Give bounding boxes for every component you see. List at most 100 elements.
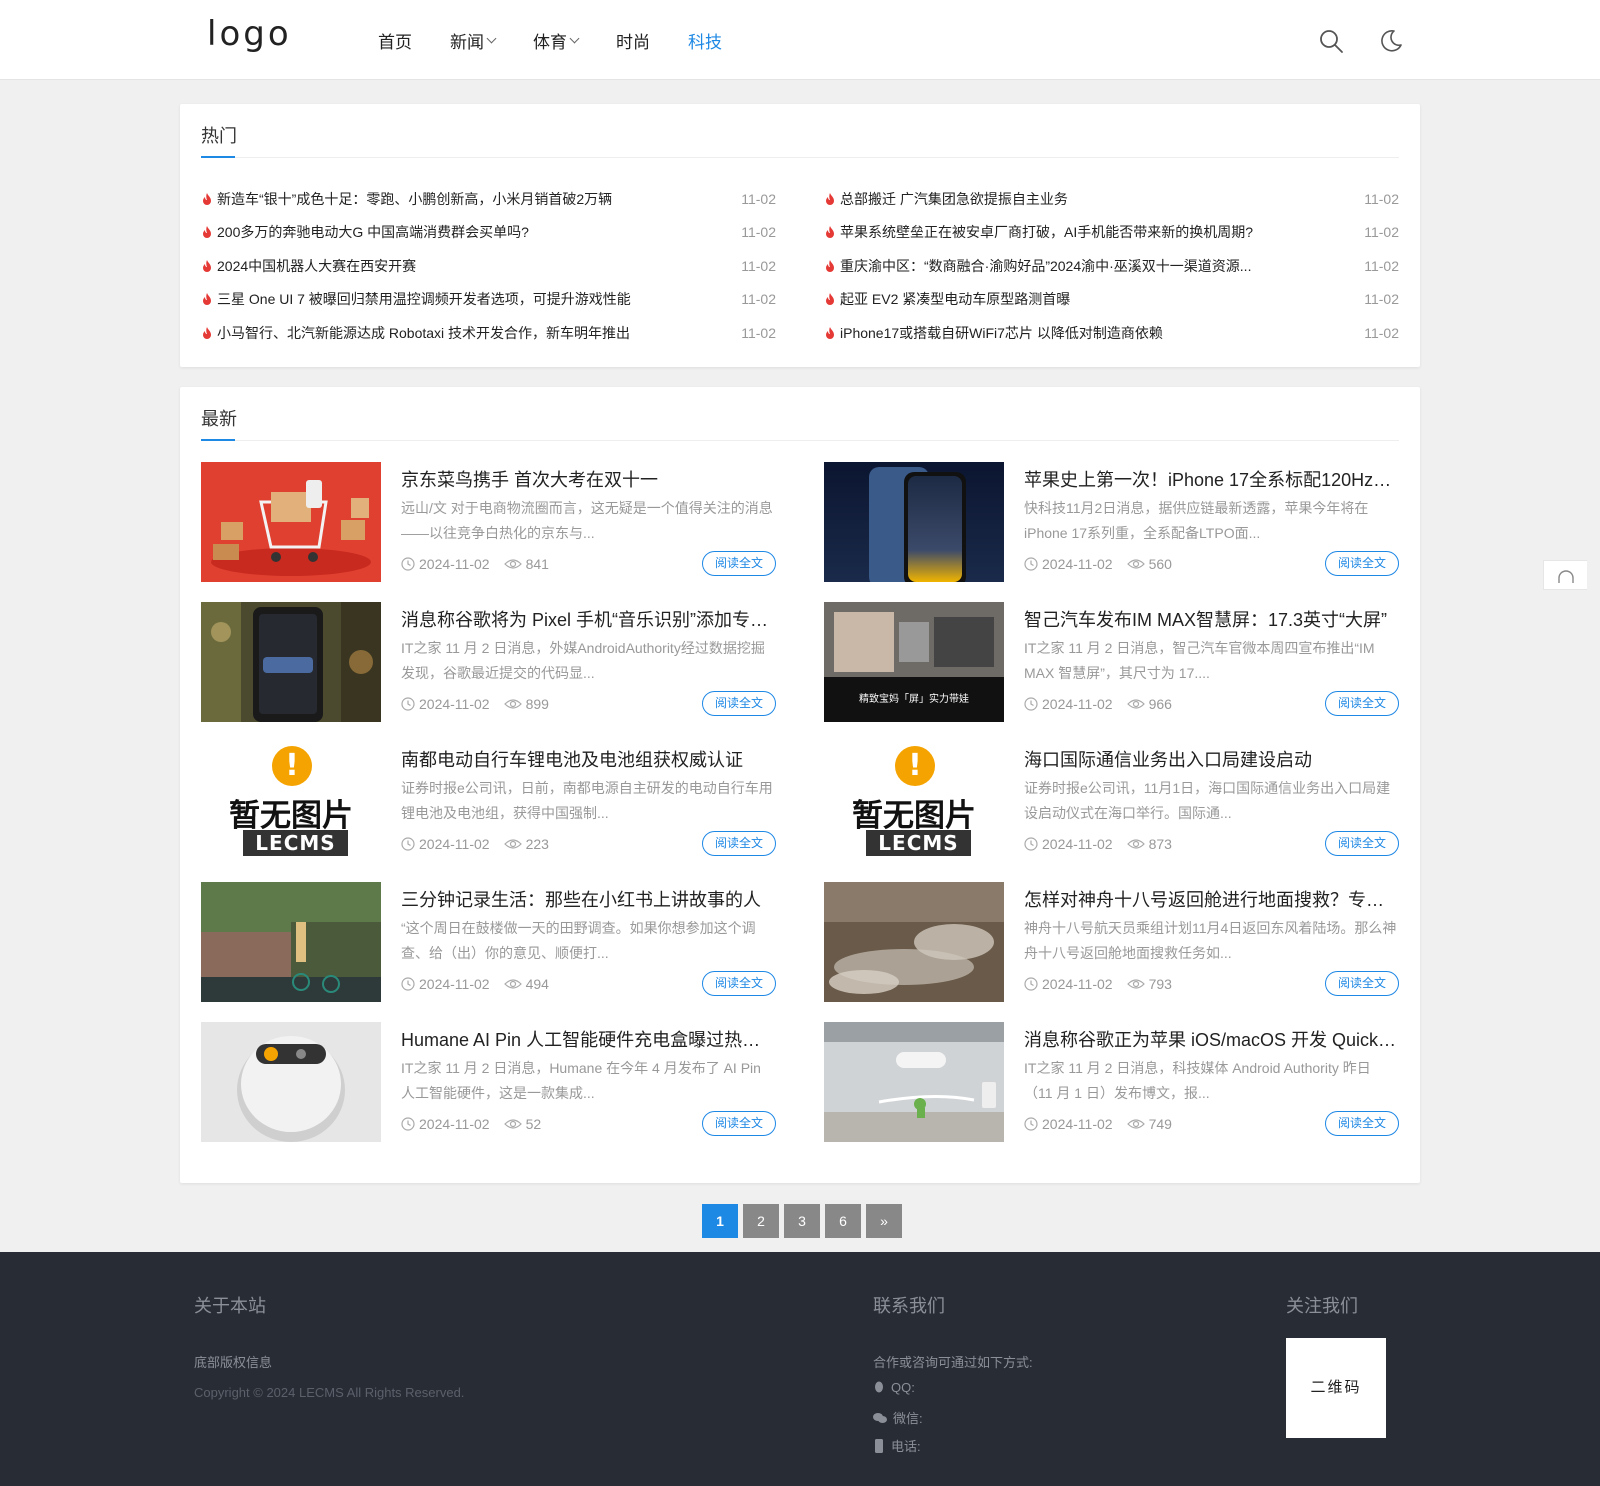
thumbnail-image (201, 602, 381, 722)
no-image-placeholder: ! 暂无图片 LECMS (201, 742, 381, 862)
hot-item[interactable]: 重庆渝中区：“数商融合·渝购好品”2024渝中·巫溪双十一渠道资源... 11-0… (824, 249, 1399, 283)
news-date: 2024-11-02 (1042, 556, 1113, 572)
qq-label: QQ: (891, 1380, 915, 1395)
news-views: 841 (503, 556, 549, 572)
placeholder-text: 暂无图片 (229, 798, 353, 834)
news-thumbnail[interactable] (201, 1022, 381, 1142)
hot-item-date: 11-02 (1364, 291, 1399, 308)
news-views: 793 (1126, 976, 1172, 992)
news-thumbnail[interactable] (824, 1022, 1004, 1142)
news-title[interactable]: 海口国际通信业务出入口局建设启动 (1024, 746, 1399, 772)
thumb-caption: 精致宝妈「屏」实力带娃 (859, 692, 969, 705)
news-title[interactable]: 南都电动自行车锂电池及电池组获权威认证 (401, 746, 776, 772)
nav-item-3[interactable]: 时尚 (616, 28, 650, 53)
news-title[interactable]: 苹果史上第一次！iPhone 17全系标配120Hz高刷屏 (1024, 466, 1399, 492)
news-title[interactable]: 智己汽车发布IM MAX智慧屏：17.3英寸“大屏” (1024, 606, 1399, 632)
hot-item[interactable]: 总部搬迁 广汽集团急欲提振自主业务 11-02 (824, 182, 1399, 216)
news-description: IT之家 11 月 2 日消息，智己汽车官微本周四宣布推出“IM MAX 智慧屏… (1024, 640, 1375, 681)
thumbnail-image (824, 882, 1004, 1002)
read-more-button[interactable]: 阅读全文 (1325, 971, 1399, 996)
news-item: 京东菜鸟携手 首次大考在双十一 远山/文 对于电商物流圈而言，这无疑是一个值得关注… (201, 462, 776, 582)
page-button[interactable]: 2 (743, 1204, 779, 1238)
news-thumbnail[interactable] (201, 462, 381, 582)
news-thumbnail[interactable]: ! 暂无图片 LECMS (201, 742, 381, 862)
read-more-button[interactable]: 阅读全文 (702, 691, 776, 716)
site-header: logo 首页 新闻 体育 时尚 科技 (0, 0, 1600, 80)
footer-qq: QQ: (873, 1380, 915, 1395)
news-title[interactable]: 三分钟记录生活：那些在小红书上讲故事的人 (401, 886, 776, 912)
view-count: 52 (525, 1116, 542, 1132)
thumbnail-image (201, 1022, 381, 1142)
news-thumbnail[interactable] (824, 462, 1004, 582)
qr-code: 二维码 (1286, 1338, 1386, 1438)
read-more-button[interactable]: 阅读全文 (1325, 551, 1399, 576)
news-item: ! 暂无图片 LECMS 海口国际通信业务出入口局建设启动 证券时报e公司讯，11月1日… (824, 742, 1399, 862)
page-button[interactable]: 1 (702, 1204, 738, 1238)
side-float-button[interactable] (1543, 560, 1587, 590)
nav-item-1[interactable]: 新闻 (450, 28, 497, 53)
thumbnail-image: 精致宝妈「屏」实力带娃 (824, 602, 1004, 722)
hot-item[interactable]: 苹果系统壁垒正在被安卓厂商打破，AI手机能否带来新的换机周期? 11-02 (824, 216, 1399, 250)
news-meta: 2024-11-02 873 (1024, 836, 1172, 852)
read-more-button[interactable]: 阅读全文 (702, 1111, 776, 1136)
news-description: “这个周日在鼓楼做一天的田野调查。如果你想参加这个调查、给（出）你的意见、顺便打… (401, 920, 756, 961)
moon-icon[interactable] (1378, 28, 1404, 54)
footer-contact-intro: 合作或咨询可通过如下方式: (873, 1355, 1033, 1370)
news-thumbnail[interactable]: ! 暂无图片 LECMS (824, 742, 1004, 862)
hot-item-date: 11-02 (741, 324, 776, 341)
fire-icon (203, 326, 211, 339)
hot-item[interactable]: 200多万的奔驰电动大G 中国高端消费群会买单吗? 11-02 (201, 216, 776, 250)
news-thumbnail[interactable] (824, 882, 1004, 1002)
nav-item-2[interactable]: 体育 (533, 28, 580, 53)
hot-item[interactable]: iPhone17或搭载自研WiFi7芯片 以降低对制造商依赖 11-02 (824, 316, 1399, 350)
search-icon[interactable] (1318, 28, 1344, 54)
nav-label: 时尚 (616, 32, 650, 52)
clock-icon (1024, 557, 1038, 571)
news-thumbnail[interactable] (201, 602, 381, 722)
hot-item[interactable]: 2024中国机器人大赛在西安开赛 11-02 (201, 249, 776, 283)
eye-icon (1126, 839, 1145, 849)
nav-item-0[interactable]: 首页 (378, 28, 412, 53)
page-button[interactable]: 6 (825, 1204, 861, 1238)
fire-icon (826, 259, 834, 272)
read-more-button[interactable]: 阅读全文 (1325, 691, 1399, 716)
news-date: 2024-11-02 (419, 836, 490, 852)
read-more-button[interactable]: 阅读全文 (702, 831, 776, 856)
hot-item[interactable]: 新造车“银十”成色十足：零跑、小鹏创新高，小米月销首破2万辆 11-02 (201, 182, 776, 216)
news-thumbnail[interactable] (201, 882, 381, 1002)
news-title[interactable]: Humane AI Pin 人工智能硬件充电盒曝过热问题 (401, 1026, 776, 1052)
hot-item-date: 11-02 (1364, 224, 1399, 241)
read-more-button[interactable]: 阅读全文 (702, 551, 776, 576)
hot-item[interactable]: 起亚 EV2 紧凑型电动车原型路测首曝 11-02 (824, 283, 1399, 317)
view-count: 899 (525, 696, 549, 712)
next-page-button[interactable]: » (866, 1204, 902, 1238)
news-meta: 2024-11-02 560 (1024, 556, 1172, 572)
wechat-label: 微信: (893, 1411, 923, 1426)
page-button[interactable]: 3 (784, 1204, 820, 1238)
news-title[interactable]: 京东菜鸟携手 首次大考在双十一 (401, 466, 776, 492)
clock-icon (1024, 977, 1038, 991)
hot-item-title: 新造车“银十”成色十足：零跑、小鹏创新高，小米月销首破2万辆 (217, 190, 613, 207)
hot-item-date: 11-02 (741, 224, 776, 241)
clock-icon (1024, 1117, 1038, 1131)
news-date: 2024-11-02 (1042, 1116, 1113, 1132)
thumbnail-image (824, 1022, 1004, 1142)
title-underline (201, 156, 235, 158)
read-more-button[interactable]: 阅读全文 (1325, 831, 1399, 856)
news-item: ! 暂无图片 LECMS 南都电动自行车锂电池及电池组获权威认证 证券时报e公司讯，日前… (201, 742, 776, 862)
news-thumbnail[interactable]: 精致宝妈「屏」实力带娃 (824, 602, 1004, 722)
hot-item[interactable]: 小马智行、北汽新能源达成 Robotaxi 技术开发合作，新车明年推出 11-02 (201, 316, 776, 350)
hot-item-title: iPhone17或搭载自研WiFi7芯片 以降低对制造商依赖 (840, 324, 1163, 341)
nav-item-4[interactable]: 科技 (688, 28, 722, 53)
read-more-button[interactable]: 阅读全文 (702, 971, 776, 996)
read-more-button[interactable]: 阅读全文 (1325, 1111, 1399, 1136)
news-title[interactable]: 消息称谷歌将为 Pixel 手机“音乐识别”添加专属按钮 (401, 606, 776, 632)
hot-item[interactable]: 三星 One UI 7 被曝回归禁用温控调频开发者选项，可提升游戏性能 11-02 (201, 283, 776, 317)
site-logo[interactable]: logo (207, 14, 292, 54)
hot-item-title: 重庆渝中区：“数商融合·渝购好品”2024渝中·巫溪双十一渠道资源... (840, 257, 1252, 274)
hot-header: 热门 (201, 104, 1399, 158)
no-image-placeholder: ! 暂无图片 LECMS (824, 742, 1004, 862)
news-title[interactable]: 怎样对神舟十八号返回舱进行地面搜救？专家解读 (1024, 886, 1399, 912)
warning-icon: ! (272, 746, 312, 786)
news-title[interactable]: 消息称谷歌正为苹果 iOS/macOS 开发 Quick Share (1024, 1026, 1399, 1052)
